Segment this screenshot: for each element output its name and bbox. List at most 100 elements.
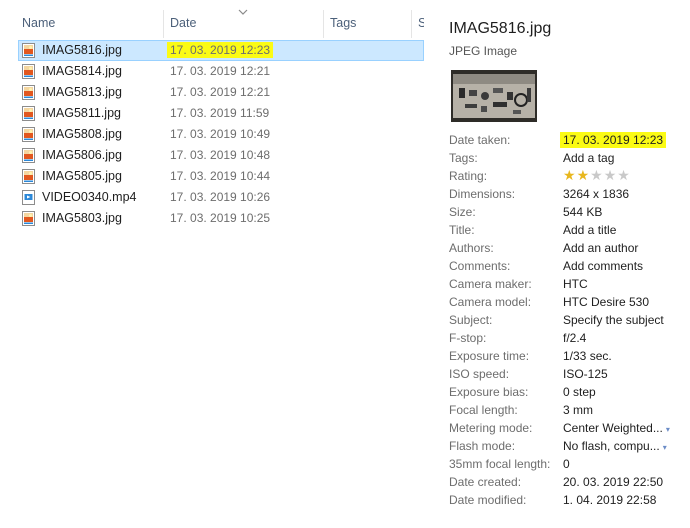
property-label: Date created: [449,475,522,489]
property-value-text: 1/33 sec. [563,349,612,363]
property-value-text: 1. 04. 2019 22:58 [563,493,657,507]
property-value-text: 0 step [563,385,596,399]
details-pane: IMAG5816.jpg JPEG Image Date taken: 17. 0… [424,0,690,528]
property-label: 35mm focal length: [449,457,551,471]
property-value-text: 544 KB [563,205,603,219]
property-row: Camera maker: HTC [449,274,689,292]
property-label: Authors: [449,241,494,255]
property-label: Date taken: [449,133,511,147]
property-value: 0 [563,457,570,471]
property-label: Subject: [449,313,493,327]
image-file-icon [22,106,35,121]
property-row: Camera model: HTC Desire 530 [449,292,689,310]
file-row[interactable]: IMAG5803.jpg 17. 03. 2019 10:25 [18,208,424,229]
property-value-text: ISO-125 [563,367,608,381]
property-label: Size: [449,205,476,219]
chevron-down-icon[interactable]: ▾ [663,443,667,452]
property-label: Camera model: [449,295,532,309]
file-row[interactable]: IMAG5813.jpg 17. 03. 2019 12:21 [18,82,424,103]
chevron-down-icon[interactable]: ▾ [666,425,670,434]
file-row[interactable]: VIDEO0340.mp4 17. 03. 2019 10:26 [18,187,424,208]
property-value: 3 mm [563,403,593,417]
image-file-icon [22,211,35,226]
property-label: Focal length: [449,403,518,417]
image-file-icon [22,43,35,58]
file-name: IMAG5816.jpg [42,43,122,57]
file-name: IMAG5803.jpg [42,211,122,225]
star-icon[interactable]: ★ [577,167,590,183]
property-row: ISO speed: ISO-125 [449,364,689,382]
file-name: IMAG5811.jpg [42,106,121,120]
property-value[interactable]: Add an author [563,241,638,255]
star-icon[interactable]: ★ [563,167,576,183]
property-row: Comments: Add comments [449,256,689,274]
file-date: 17. 03. 2019 10:25 [170,211,271,225]
file-name: IMAG5813.jpg [42,85,122,99]
property-value[interactable]: Center Weighted... ▾ [563,421,670,435]
file-row[interactable]: IMAG5814.jpg 17. 03. 2019 12:21 [18,61,424,82]
column-header-tags[interactable]: Tags [324,0,410,38]
property-value: 0 step [563,385,596,399]
property-value: 1. 04. 2019 22:58 [563,493,656,507]
property-value-text: 3 mm [563,403,593,417]
property-value[interactable]: No flash, compu... ▾ [563,439,667,453]
column-header-date-label: Date [170,16,197,30]
file-date: 17. 03. 2019 10:48 [170,148,271,162]
property-label: Date modified: [449,493,527,507]
property-row: Subject: Specify the subject [449,310,689,328]
rating-stars[interactable]: ★★★★★ [563,167,631,184]
file-list-pane: Name Date Tags S IMAG5816.jpg 17. 03. 201… [0,0,424,528]
property-row: 35mm focal length: 0 [449,454,689,472]
star-icon[interactable]: ★ [617,167,630,183]
file-date: 17. 03. 2019 12:21 [170,85,271,99]
property-label: Comments: [449,259,511,273]
file-name: IMAG5806.jpg [42,148,122,162]
property-value-text: 0 [563,457,570,471]
column-header-date[interactable]: Date [164,0,322,38]
property-row: Exposure time: 1/33 sec. [449,346,689,364]
file-row[interactable]: IMAG5808.jpg 17. 03. 2019 10:49 [18,124,424,145]
property-value[interactable]: Add comments [563,259,643,273]
details-file-type: JPEG Image [449,44,518,58]
property-row: Exposure bias: 0 step [449,382,689,400]
file-row[interactable]: IMAG5805.jpg 17. 03. 2019 10:44 [18,166,424,187]
property-label: Title: [449,223,475,237]
property-label: Exposure time: [449,349,530,363]
file-date: 17. 03. 2019 12:23 [167,42,274,58]
image-file-icon [22,169,35,184]
property-value[interactable]: Add a tag [563,151,614,165]
property-value: HTC [563,277,588,291]
property-value-text: Add comments [563,259,644,273]
property-row: Rating: ★★★★★ [449,166,689,184]
property-value: HTC Desire 530 [563,295,649,309]
file-row[interactable]: IMAG5816.jpg 17. 03. 2019 12:23 [18,40,424,61]
file-row[interactable]: IMAG5806.jpg 17. 03. 2019 10:48 [18,145,424,166]
property-value: 544 KB [563,205,602,219]
image-file-icon [22,64,35,79]
property-value: 20. 03. 2019 22:50 [563,475,663,489]
star-icon[interactable]: ★ [604,167,617,183]
property-value-text: HTC [563,277,588,291]
property-label: Flash mode: [449,439,516,453]
file-name: IMAG5808.jpg [42,127,122,141]
property-value[interactable]: Add a title [563,223,616,237]
property-row: Metering mode: Center Weighted... ▾ [449,418,689,436]
property-value[interactable]: Specify the subject [563,313,664,327]
property-label: Rating: [449,169,488,183]
file-row[interactable]: IMAG5811.jpg 17. 03. 2019 11:59 [18,103,424,124]
property-label: Dimensions: [449,187,516,201]
property-value: 3264 x 1836 [563,187,629,201]
column-header-name[interactable]: Name [0,0,162,38]
image-thumbnail[interactable] [451,70,537,122]
property-row: Tags: Add a tag [449,148,689,166]
property-value-text: Add a tag [563,151,615,165]
file-date: 17. 03. 2019 10:26 [170,190,271,204]
property-value-text: No flash, compu... [563,439,660,453]
property-label: Tags: [449,151,478,165]
file-date: 17. 03. 2019 10:49 [170,127,271,141]
property-value: f/2.4 [563,331,586,345]
column-header-size[interactable]: S [412,0,424,38]
property-value-text: Center Weighted... [563,421,663,435]
star-icon[interactable]: ★ [590,167,603,183]
file-name: IMAG5805.jpg [42,169,122,183]
